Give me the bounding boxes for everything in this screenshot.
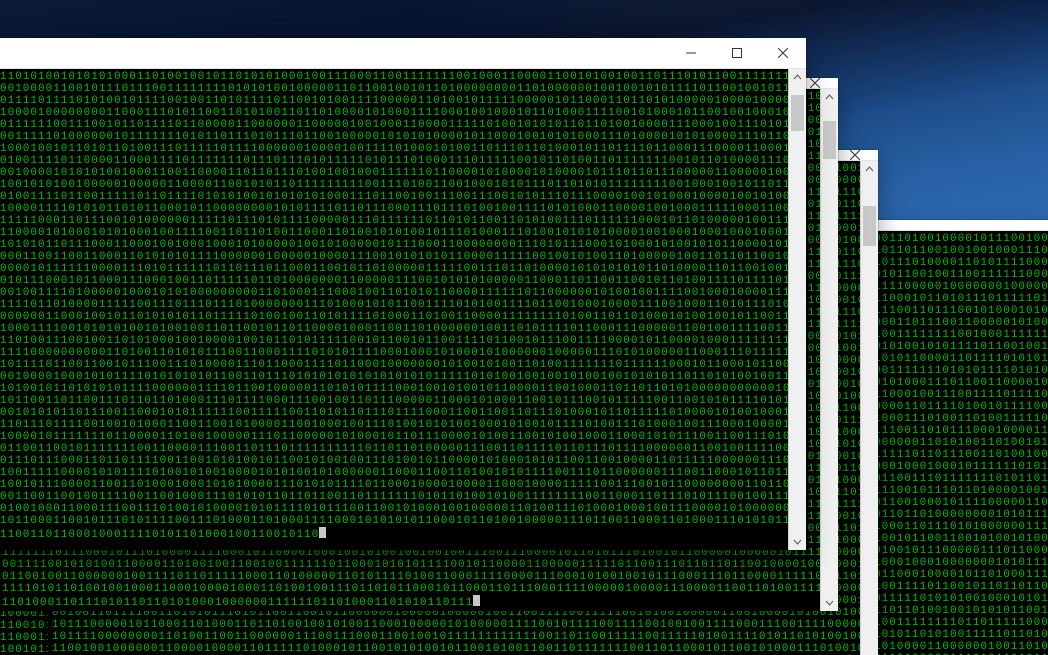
maximize-button[interactable] xyxy=(714,38,760,68)
scroll-up-button[interactable] xyxy=(821,89,838,106)
titlebar[interactable] xyxy=(0,38,806,69)
chevron-down-icon xyxy=(793,537,802,546)
maximize-icon xyxy=(732,48,742,58)
scroll-thumb[interactable] xyxy=(791,95,804,131)
titlebar-drag-region[interactable] xyxy=(870,220,1048,230)
scroll-track[interactable] xyxy=(821,106,838,594)
scroll-up-button[interactable] xyxy=(861,161,878,178)
scroll-down-button[interactable] xyxy=(789,533,806,550)
close-icon xyxy=(778,48,788,58)
vertical-scrollbar[interactable] xyxy=(860,161,878,655)
chevron-up-icon xyxy=(865,165,874,174)
console-output[interactable]: 0011010010000101110010001011 10110110010… xyxy=(870,231,1048,655)
titlebar[interactable] xyxy=(870,220,1048,231)
close-button[interactable] xyxy=(832,150,878,160)
text-cursor xyxy=(319,527,326,538)
scroll-track[interactable] xyxy=(789,86,806,533)
close-icon xyxy=(810,78,820,88)
chevron-down-icon xyxy=(825,598,834,607)
chevron-up-icon xyxy=(793,73,802,82)
console-window-1[interactable]: 1101010010101010001101001001011010101000… xyxy=(0,38,806,550)
vertical-scrollbar[interactable] xyxy=(788,69,806,550)
minimize-button[interactable] xyxy=(668,38,714,68)
scroll-down-button[interactable] xyxy=(821,594,838,611)
console-output[interactable]: 1101010010101010001101001001011010101000… xyxy=(0,69,788,550)
chevron-up-icon xyxy=(825,93,834,102)
text-cursor xyxy=(473,595,480,606)
titlebar-drag-region[interactable] xyxy=(0,38,668,68)
scroll-thumb[interactable] xyxy=(823,121,836,159)
close-button[interactable] xyxy=(760,38,806,68)
close-icon xyxy=(850,150,860,160)
scroll-thumb[interactable] xyxy=(863,206,876,246)
scroll-track[interactable] xyxy=(861,178,878,652)
vertical-scrollbar[interactable] xyxy=(820,89,838,611)
minimize-icon xyxy=(686,48,696,58)
scroll-up-button[interactable] xyxy=(789,69,806,86)
console-window-4[interactable]: 0011010010000101110010001011 10110110010… xyxy=(870,220,1048,655)
